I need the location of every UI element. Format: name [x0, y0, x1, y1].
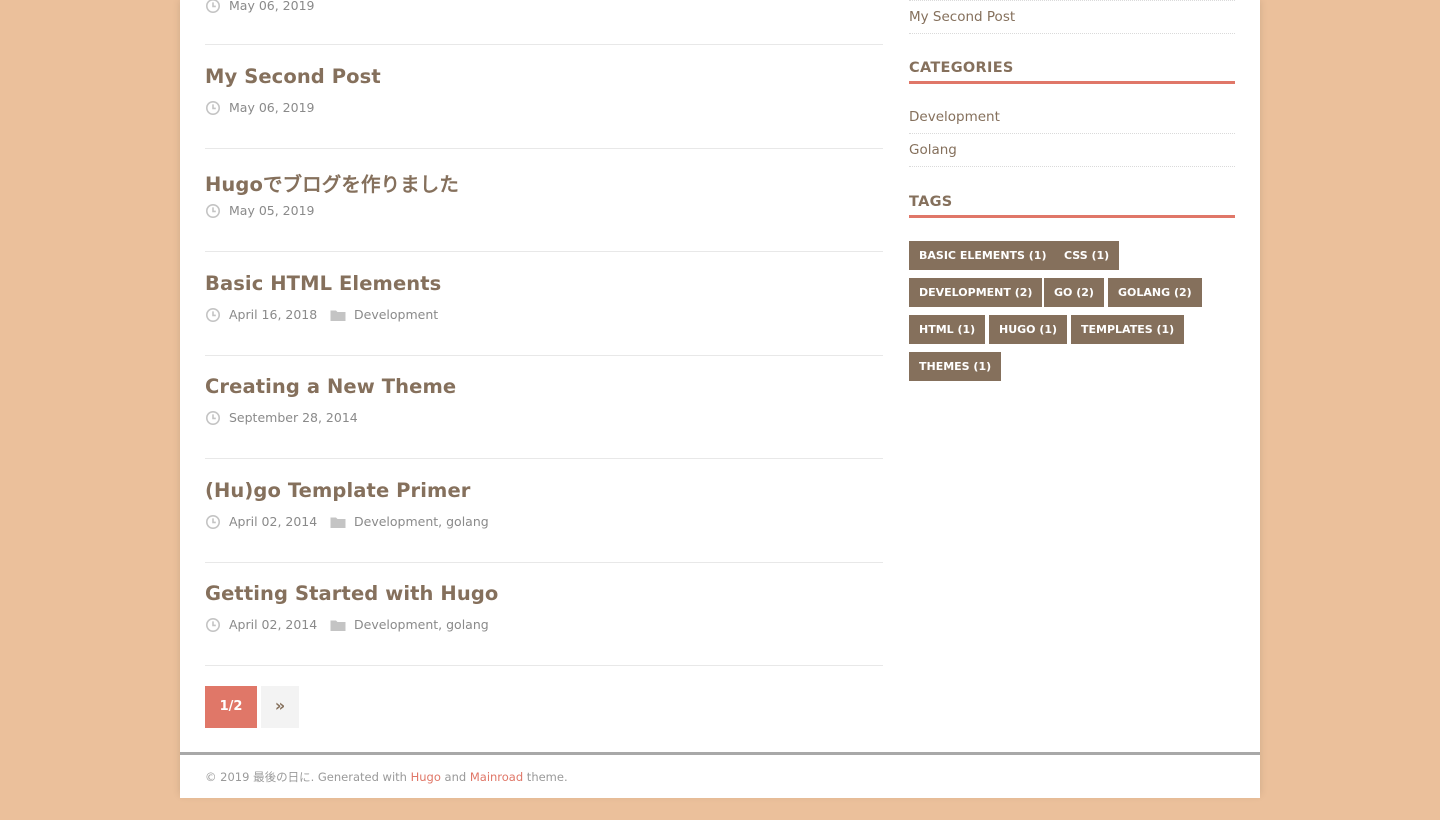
tag-link[interactable]: HTML (1) [909, 315, 986, 344]
post-date-text: April 02, 2014 [229, 514, 318, 529]
tag-link[interactable]: THEMES (1) [909, 352, 1002, 381]
post-date-text: April 02, 2014 [229, 617, 318, 632]
tag-link[interactable]: HUGO (1) [989, 315, 1068, 344]
footer-suffix-text: theme. [523, 770, 568, 784]
post-date-text: September 28, 2014 [229, 410, 358, 425]
post-category-list: Development, golang [354, 616, 489, 634]
category-link[interactable]: Development [354, 514, 438, 529]
folder-icon [330, 310, 346, 321]
post-date-text: May 06, 2019 [229, 0, 315, 13]
clock-icon [206, 411, 220, 425]
clock-icon [206, 204, 220, 218]
page-container: May 06, 2019 My Second Post May 06, 2019… [180, 0, 1260, 798]
tags-widget-title: TAGS [909, 194, 1235, 218]
category-link[interactable]: golang [446, 617, 489, 632]
footer-copyright: © 2019 最後の日に. Generated with Hugo and Ma… [205, 769, 568, 785]
post-item: May 06, 2019 [205, 0, 883, 45]
category-link[interactable]: golang [446, 514, 489, 529]
post-date-text: April 16, 2018 [229, 307, 318, 322]
post-title[interactable]: Basic HTML Elements [205, 272, 441, 295]
tag-link[interactable]: TEMPLATES (1) [1071, 315, 1185, 344]
clock-icon [206, 0, 220, 13]
site-footer: © 2019 最後の日に. Generated with Hugo and Ma… [180, 752, 1260, 798]
clock-icon [206, 515, 220, 529]
tag-link[interactable]: GO (2) [1044, 278, 1104, 307]
post-title[interactable]: My Second Post [205, 65, 381, 88]
post-category-list: Development, golang [354, 513, 489, 531]
footer-copyright-text: © 2019 最後の日に. Generated with [205, 770, 411, 784]
sidebar-category-link[interactable]: Development [909, 101, 1235, 134]
folder-icon [330, 517, 346, 528]
pagination-current: 1/2 [205, 686, 257, 728]
post-title[interactable]: (Hu)go Template Primer [205, 479, 471, 502]
category-link[interactable]: Development [354, 307, 438, 322]
post-item: (Hu)go Template Primer April 02, 2014 De… [205, 459, 883, 563]
category-link[interactable]: Development [354, 617, 438, 632]
tag-link[interactable]: BASIC ELEMENTS (1) [909, 241, 1057, 270]
footer-and-text: and [440, 770, 470, 784]
post-date-text: May 06, 2019 [229, 100, 315, 115]
post-item: Getting Started with Hugo April 02, 2014… [205, 563, 883, 666]
tag-link[interactable]: GOLANG (2) [1108, 278, 1202, 307]
post-item: Creating a New Theme September 28, 2014 [205, 356, 883, 459]
post-title[interactable]: Getting Started with Hugo [205, 582, 498, 605]
clock-icon [206, 618, 220, 632]
folder-icon [330, 620, 346, 631]
clock-icon [206, 308, 220, 322]
sidebar-category-link[interactable]: Golang [909, 134, 1235, 167]
post-item: Basic HTML Elements April 16, 2018 Devel… [205, 252, 883, 356]
category-separator: , [438, 514, 447, 529]
tag-link[interactable]: CSS (1) [1054, 241, 1120, 270]
category-separator: , [438, 617, 447, 632]
post-item: My Second Post May 06, 2019 [205, 45, 883, 149]
post-title[interactable]: Creating a New Theme [205, 375, 456, 398]
recent-post-link[interactable]: My Second Post [909, 0, 1235, 34]
post-date-text: May 05, 2019 [229, 203, 315, 218]
clock-icon [206, 101, 220, 115]
mainroad-theme-link[interactable]: Mainroad [470, 770, 523, 784]
post-category-list: Development [354, 306, 438, 324]
tag-link[interactable]: DEVELOPMENT (2) [909, 278, 1043, 307]
categories-widget-title: CATEGORIES [909, 60, 1235, 84]
hugo-link[interactable]: Hugo [411, 770, 441, 784]
post-item: Hugoでブログを作りました May 05, 2019 [205, 149, 883, 252]
post-title[interactable]: Hugoでブログを作りました [205, 168, 459, 197]
pagination-next-button[interactable]: » [261, 686, 299, 728]
